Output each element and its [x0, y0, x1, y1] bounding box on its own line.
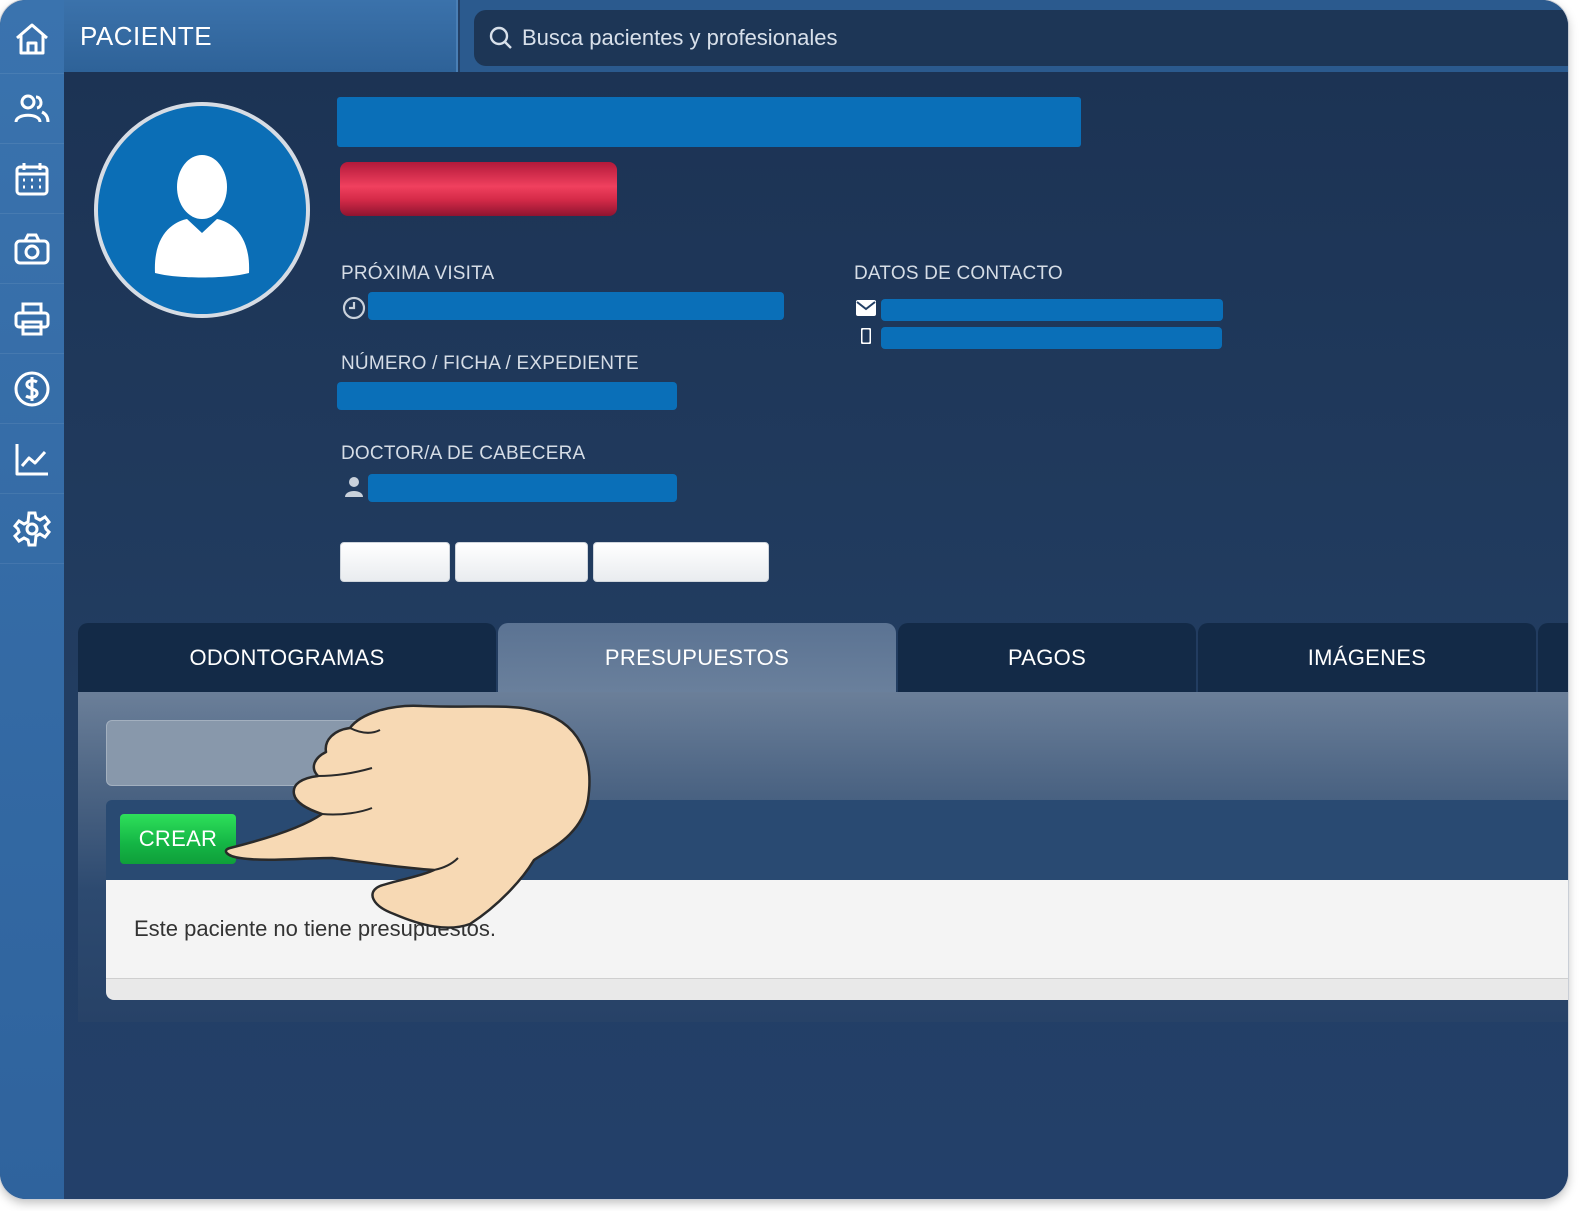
chart-icon [15, 443, 48, 475]
clock-icon [342, 296, 366, 320]
envelope-icon [856, 300, 876, 316]
next-visit-label: PRÓXIMA VISITA [341, 263, 495, 284]
doctor-label: DOCTOR/A DE CABECERA [341, 443, 586, 464]
phone-value-redacted [881, 327, 1222, 349]
action-button-3[interactable] [593, 542, 769, 582]
filter-field[interactable] [106, 720, 368, 786]
search-icon [489, 26, 512, 49]
calendar-icon [15, 162, 49, 195]
action-button-2[interactable] [455, 542, 588, 582]
patient-avatar [94, 102, 310, 318]
empty-message: Este paciente no tiene presupuestos. [106, 880, 1568, 978]
home-icon [16, 23, 48, 54]
sidebar-item-payments[interactable] [0, 354, 64, 424]
phone-icon [861, 328, 871, 344]
app-window: PACIENTE PRÓXIMA VISITA NÚMERO / FICHA /… [0, 0, 1568, 1199]
tab-presupuestos[interactable]: PRESUPUESTOS [498, 623, 896, 693]
sidebar-item-settings[interactable] [0, 494, 64, 564]
tab-pagos[interactable]: PAGOS [898, 623, 1196, 693]
search-bar[interactable] [474, 10, 1568, 66]
sidebar-item-patients[interactable] [0, 74, 64, 144]
sidebar-item-calendar[interactable] [0, 144, 64, 214]
printer-icon [14, 302, 50, 335]
create-budget-button[interactable]: CREAR [120, 814, 236, 864]
gear-icon [12, 511, 52, 546]
doctor-icon [345, 477, 363, 497]
page-title: PACIENTE [64, 0, 458, 72]
email-value-redacted [881, 299, 1223, 321]
next-visit-value-redacted [368, 292, 784, 320]
dollar-icon [14, 371, 50, 406]
sidebar-item-stats[interactable] [0, 424, 64, 494]
empty-box-footer [106, 978, 1568, 1000]
action-button-1[interactable] [340, 542, 450, 582]
tab-odontogramas[interactable]: ODONTOGRAMAS [78, 623, 496, 693]
tab-imagenes[interactable]: IMÁGENES [1198, 623, 1536, 693]
patient-name-redacted [337, 97, 1081, 147]
sidebar [0, 0, 64, 1199]
sidebar-item-print[interactable] [0, 284, 64, 354]
search-input[interactable] [522, 25, 1422, 51]
sidebar-item-camera[interactable] [0, 214, 64, 284]
tab-more[interactable] [1538, 623, 1568, 693]
contact-label: DATOS DE CONTACTO [854, 263, 1063, 284]
doctor-value-redacted [368, 474, 677, 502]
record-number-label: NÚMERO / FICHA / EXPEDIENTE [341, 353, 639, 374]
user-silhouette-icon [154, 155, 250, 278]
patient-tag-redacted [340, 162, 617, 216]
record-number-value-redacted [337, 382, 677, 410]
camera-icon [14, 233, 50, 264]
users-icon [14, 94, 50, 122]
budgets-toolbar [106, 800, 1568, 880]
sidebar-item-home[interactable] [0, 4, 64, 74]
